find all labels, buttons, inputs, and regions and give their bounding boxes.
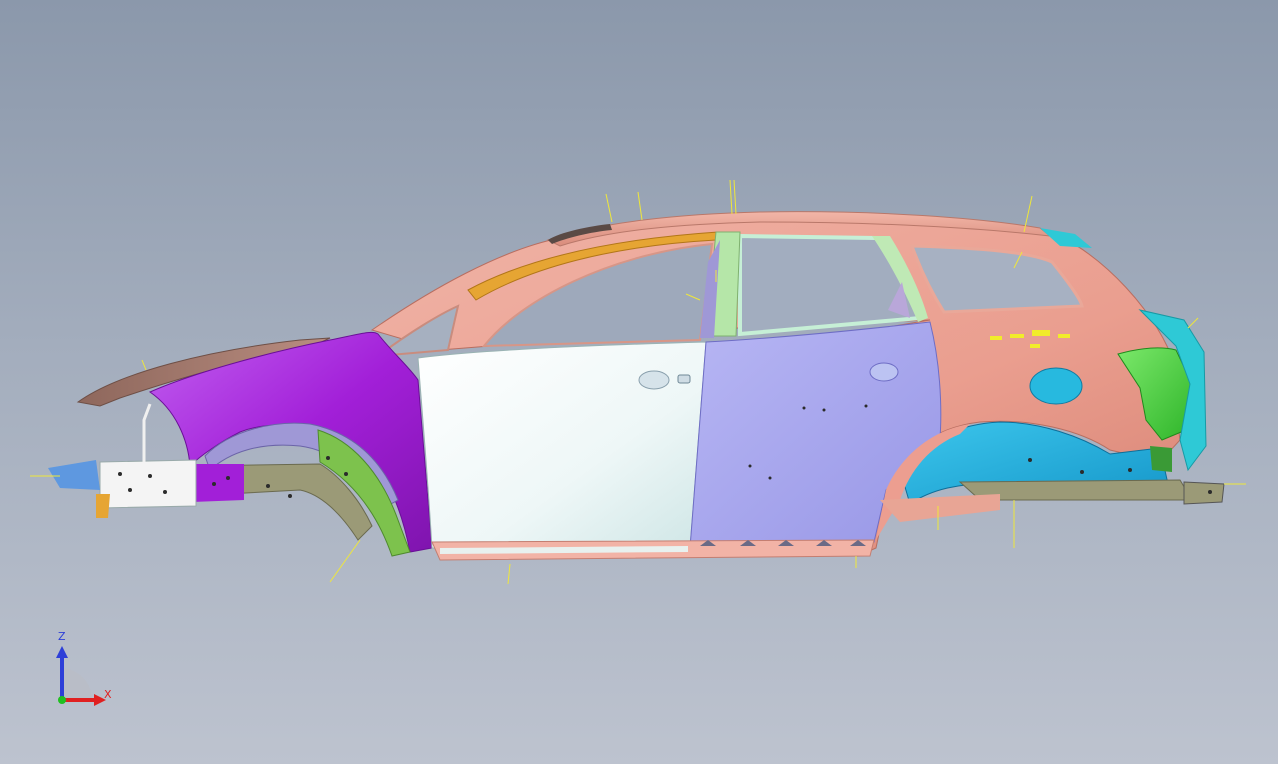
rear-door-handle[interactable]: [869, 362, 899, 382]
3d-viewport[interactable]: Z X: [0, 0, 1278, 764]
car-body-in-white-model[interactable]: [0, 0, 1278, 764]
bumper-mount-blue[interactable]: [48, 460, 100, 490]
z-axis-label: Z: [58, 630, 66, 643]
rear-bumper-bracket[interactable]: [1183, 481, 1225, 505]
fuel-filler-door[interactable]: [1029, 367, 1083, 405]
x-axis-label: X: [104, 688, 112, 701]
front-crash-box[interactable]: [99, 459, 197, 509]
axis-triad-icon: [56, 646, 106, 706]
front-door-lock-icon: [677, 374, 691, 384]
front-bumper-bracket-gold: [96, 494, 110, 518]
radiator-support-stay: [142, 403, 152, 462]
front-rail-purple-cap[interactable]: [192, 464, 244, 502]
axis-triad[interactable]: Z X: [40, 630, 130, 716]
front-door-handle[interactable]: [638, 370, 670, 390]
rear-lamp-socket: [1150, 446, 1172, 472]
